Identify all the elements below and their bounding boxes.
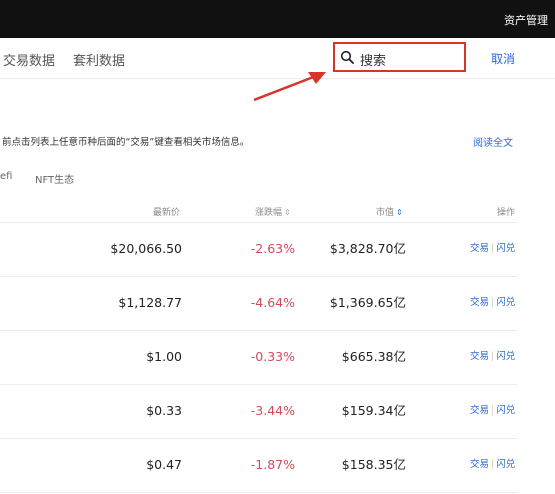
column-actions: 操作 bbox=[497, 208, 516, 218]
market-cap-cell: $159.34亿 bbox=[341, 403, 406, 418]
flash-swap-link[interactable]: 闪兑 bbox=[496, 351, 515, 362]
price-cell: $0.47 bbox=[146, 457, 182, 472]
flash-swap-link[interactable]: 闪兑 bbox=[496, 297, 515, 308]
trade-link[interactable]: 交易 bbox=[470, 459, 489, 470]
actions-cell: 交易 | 闪兑 bbox=[470, 351, 516, 362]
read-more-link[interactable]: 阅读全文 bbox=[473, 134, 513, 149]
asset-management-link[interactable]: 资产管理 bbox=[504, 12, 548, 28]
column-market-cap-label: 市值 bbox=[376, 208, 395, 218]
divider bbox=[0, 492, 517, 493]
top-bar: 资产管理 bbox=[0, 0, 555, 38]
change-cell: -2.63% bbox=[250, 241, 295, 256]
tab-arbitrage-data[interactable]: 套利数据 bbox=[73, 50, 125, 69]
flash-swap-link[interactable]: 闪兑 bbox=[496, 243, 515, 254]
cancel-button[interactable]: 取消 bbox=[491, 50, 515, 67]
search-input[interactable]: 搜索 bbox=[360, 50, 386, 69]
table-row[interactable]: $1,128.77 -4.64% $1,369.65亿 交易 | 闪兑 bbox=[0, 276, 555, 330]
actions-cell: 交易 | 闪兑 bbox=[470, 297, 516, 308]
subtab-defi[interactable]: efi bbox=[0, 171, 12, 182]
trade-link[interactable]: 交易 bbox=[470, 243, 489, 254]
actions-cell: 交易 | 闪兑 bbox=[470, 243, 516, 254]
sort-desc-icon[interactable]: ⇕ bbox=[396, 208, 403, 217]
annotation-arrow bbox=[253, 72, 326, 102]
flash-swap-link[interactable]: 闪兑 bbox=[496, 459, 515, 470]
search-icon bbox=[340, 50, 354, 64]
market-cap-cell: $3,828.70亿 bbox=[329, 241, 406, 256]
price-cell: $20,066.50 bbox=[110, 241, 182, 256]
market-cap-cell: $665.38亿 bbox=[341, 349, 406, 364]
price-cell: $1,128.77 bbox=[118, 295, 182, 310]
search-box[interactable]: 搜索 bbox=[333, 42, 466, 72]
change-cell: -1.87% bbox=[250, 457, 295, 472]
actions-cell: 交易 | 闪兑 bbox=[470, 459, 516, 470]
table-row[interactable]: $0.47 -1.87% $158.35亿 交易 | 闪兑 bbox=[0, 438, 555, 492]
change-cell: -4.64% bbox=[250, 295, 295, 310]
notice-text: 前点击列表上任意币种后面的“交易”键查看相关市场信息。 bbox=[2, 137, 250, 148]
price-cell: $0.33 bbox=[146, 403, 182, 418]
sort-icon[interactable]: ⇕ bbox=[284, 208, 291, 217]
column-change-label: 涨跌幅 bbox=[255, 208, 283, 218]
change-cell: -0.33% bbox=[250, 349, 295, 364]
trade-link[interactable]: 交易 bbox=[470, 297, 489, 308]
table-row[interactable]: $1.00 -0.33% $665.38亿 交易 | 闪兑 bbox=[0, 330, 555, 384]
market-cap-cell: $158.35亿 bbox=[341, 457, 406, 472]
table-row[interactable]: $0.33 -3.44% $159.34亿 交易 | 闪兑 bbox=[0, 384, 555, 438]
trade-link[interactable]: 交易 bbox=[470, 405, 489, 416]
subtab-nft[interactable]: NFT生态 bbox=[35, 171, 74, 186]
tab-trade-data[interactable]: 交易数据 bbox=[3, 50, 55, 69]
actions-cell: 交易 | 闪兑 bbox=[470, 405, 516, 416]
market-cap-cell: $1,369.65亿 bbox=[329, 295, 406, 310]
table-row[interactable]: $20,066.50 -2.63% $3,828.70亿 交易 | 闪兑 bbox=[0, 222, 555, 276]
change-cell: -3.44% bbox=[250, 403, 295, 418]
column-market-cap[interactable]: 市值 ⇕ bbox=[376, 205, 403, 218]
price-cell: $1.00 bbox=[146, 349, 182, 364]
flash-swap-link[interactable]: 闪兑 bbox=[496, 405, 515, 416]
column-change[interactable]: 涨跌幅 ⇕ bbox=[255, 205, 291, 218]
trade-link[interactable]: 交易 bbox=[470, 351, 489, 362]
column-latest-price: 最新价 bbox=[153, 208, 181, 218]
